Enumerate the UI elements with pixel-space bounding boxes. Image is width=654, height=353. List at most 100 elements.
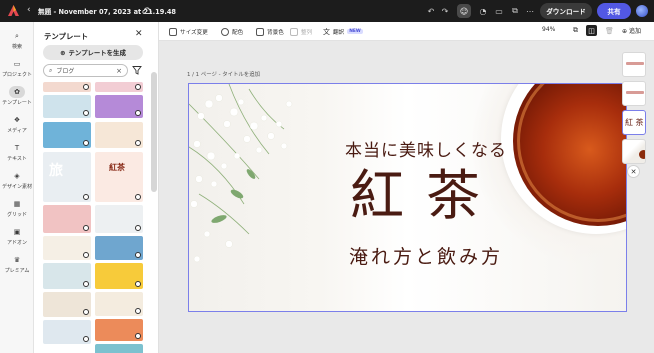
close-pages-icon[interactable]: ✕ xyxy=(627,165,640,178)
page-thumbnail[interactable] xyxy=(622,81,646,106)
premium-badge-icon xyxy=(83,336,89,342)
rail-item-label: グリッド xyxy=(6,212,27,218)
left-rail: ⌕ 検索 ▭ プロジェクト ✿ テンプレート ❖ メディア T テキスト ◈ デ… xyxy=(0,22,34,353)
color-scheme-button[interactable]: 配色 xyxy=(221,26,243,37)
artboard[interactable]: 本当に美味しくなる 紅茶 淹れ方と飲み方 xyxy=(188,83,627,312)
page-thumbnail[interactable] xyxy=(622,52,646,77)
rail-item-search[interactable]: ⌕ 検索 xyxy=(0,28,34,54)
add-page-button[interactable]: ⊕ 追加 xyxy=(622,26,641,35)
premium-badge-icon xyxy=(83,225,89,231)
share-button[interactable]: 共有 xyxy=(597,3,631,19)
template-thumbnail[interactable] xyxy=(43,236,91,260)
template-thumbnail[interactable]: 紅茶 xyxy=(95,152,143,202)
rail-item-design-assets[interactable]: ◈ デザイン素材 xyxy=(0,168,34,194)
generate-template-button[interactable]: ⊕ テンプレートを生成 xyxy=(43,45,143,60)
more-icon[interactable]: ⋯ xyxy=(523,4,537,18)
rail-item-media[interactable]: ❖ メディア xyxy=(0,112,34,138)
delete-icon[interactable]: 🗑 xyxy=(604,25,615,36)
back-button[interactable]: ‹ xyxy=(27,5,31,16)
page-thumbnail[interactable]: 紅 茶 xyxy=(622,110,646,135)
rail-item-label: アドオン xyxy=(6,240,27,246)
rail-item-addons[interactable]: ▣ アドオン xyxy=(0,224,34,250)
clear-icon[interactable]: × xyxy=(116,67,122,75)
pages-icon[interactable]: ⧉ xyxy=(570,25,581,36)
template-thumbnail[interactable] xyxy=(95,319,143,341)
template-thumbnail[interactable] xyxy=(43,263,91,289)
rail-item-templates[interactable]: ✿ テンプレート xyxy=(0,84,34,110)
page-thumbnail[interactable] xyxy=(622,139,646,164)
template-thumbnail[interactable] xyxy=(95,95,143,118)
resize-button[interactable]: サイズ変更 xyxy=(169,26,208,37)
premium-badge-icon xyxy=(135,252,141,258)
template-thumbnail[interactable] xyxy=(43,82,91,92)
page-label[interactable]: 1 / 1 ページ - タイトルを追加 xyxy=(187,70,260,78)
rail-item-label: テキスト xyxy=(7,156,27,162)
template-thumbnail[interactable] xyxy=(95,205,143,233)
template-thumbnail[interactable] xyxy=(95,344,143,353)
premium-badge-icon xyxy=(135,333,141,339)
template-thumbnail[interactable] xyxy=(95,292,143,316)
background-color-button[interactable]: 背景色 xyxy=(256,26,284,37)
addon-icon: ▣ xyxy=(13,228,21,236)
arrange-button[interactable]: 整列 xyxy=(290,26,312,37)
arrange-icon xyxy=(290,27,298,36)
crown-icon: ♛ xyxy=(13,256,21,264)
palette-icon xyxy=(221,27,229,36)
template-thumbnail[interactable] xyxy=(43,320,91,344)
template-thumbnail[interactable] xyxy=(43,292,91,317)
rail-item-grid[interactable]: ▦ グリッド xyxy=(0,196,34,222)
title-text[interactable]: 紅茶 xyxy=(326,166,526,226)
template-thumbnail[interactable] xyxy=(43,205,91,233)
template-thumbnail-label: 旅 xyxy=(49,163,63,179)
subtitle-text[interactable]: 淹れ方と飲み方 xyxy=(326,242,526,269)
share-link-icon[interactable]: ⧉ xyxy=(508,4,522,18)
arrange-label: 整列 xyxy=(301,29,313,36)
template-thumbnail-label: 紅茶 xyxy=(109,163,125,172)
panel-scrollbar[interactable] xyxy=(151,72,157,192)
premium-badge-icon xyxy=(83,309,89,315)
premium-badge-icon xyxy=(135,140,141,146)
translate-button[interactable]: 文 翻訳 NEW xyxy=(323,26,363,37)
headline-text[interactable]: 本当に美味しくなる xyxy=(326,136,526,161)
filter-icon[interactable] xyxy=(132,65,142,75)
undo-icon[interactable]: ↶ xyxy=(424,4,438,18)
template-thumbnail[interactable] xyxy=(95,122,143,148)
user-avatar[interactable] xyxy=(636,5,648,17)
rail-item-text[interactable]: T テキスト xyxy=(0,140,34,166)
comment-icon[interactable]: ▭ xyxy=(492,4,506,18)
template-thumbnail[interactable] xyxy=(95,236,143,260)
adobe-express-logo[interactable] xyxy=(8,5,19,16)
invite-user-icon[interactable]: ☺ xyxy=(457,4,471,18)
rail-item-label: メディア xyxy=(7,128,27,134)
template-thumbnail[interactable] xyxy=(95,82,143,92)
lightbulb-icon[interactable]: ◔ xyxy=(476,4,490,18)
color-scheme-label: 配色 xyxy=(232,29,244,36)
add-icon: ⊕ xyxy=(622,28,628,35)
template-thumbnail[interactable]: 旅 xyxy=(43,152,91,202)
rail-item-projects[interactable]: ▭ プロジェクト xyxy=(0,56,34,82)
download-button[interactable]: ダウンロード xyxy=(540,3,592,19)
search-input[interactable]: ⌕ ブログ × xyxy=(43,64,128,77)
redo-icon[interactable]: ↷ xyxy=(438,4,452,18)
cloud-sync-icon xyxy=(142,7,152,14)
layers-icon[interactable]: ◫ xyxy=(586,25,597,36)
sparkle-icon: ⊕ xyxy=(60,48,66,57)
media-icon: ❖ xyxy=(13,116,21,124)
new-badge: NEW xyxy=(347,29,363,34)
premium-badge-icon xyxy=(83,194,89,200)
template-panel: テンプレート ✕ ⊕ テンプレートを生成 ⌕ ブログ × 旅 紅茶 xyxy=(34,22,159,353)
premium-badge-icon xyxy=(83,140,89,146)
document-title[interactable]: 無題 - November 07, 2023 at 21.19.48 xyxy=(38,6,176,16)
translate-label: 翻訳 xyxy=(333,29,345,36)
zoom-level[interactable]: 94% xyxy=(542,26,555,33)
template-thumbnail[interactable] xyxy=(43,122,91,148)
rail-item-label: プロジェクト xyxy=(1,72,32,78)
rail-item-premium[interactable]: ♛ プレミアム xyxy=(0,252,34,278)
close-icon[interactable]: ✕ xyxy=(135,29,143,39)
template-thumbnail[interactable] xyxy=(95,263,143,289)
folder-icon: ▭ xyxy=(13,60,21,68)
template-thumbnail[interactable] xyxy=(43,95,91,118)
thumbnail-bar xyxy=(626,62,644,65)
rail-item-label: 検索 xyxy=(11,44,22,50)
search-value: ブログ xyxy=(56,68,75,75)
